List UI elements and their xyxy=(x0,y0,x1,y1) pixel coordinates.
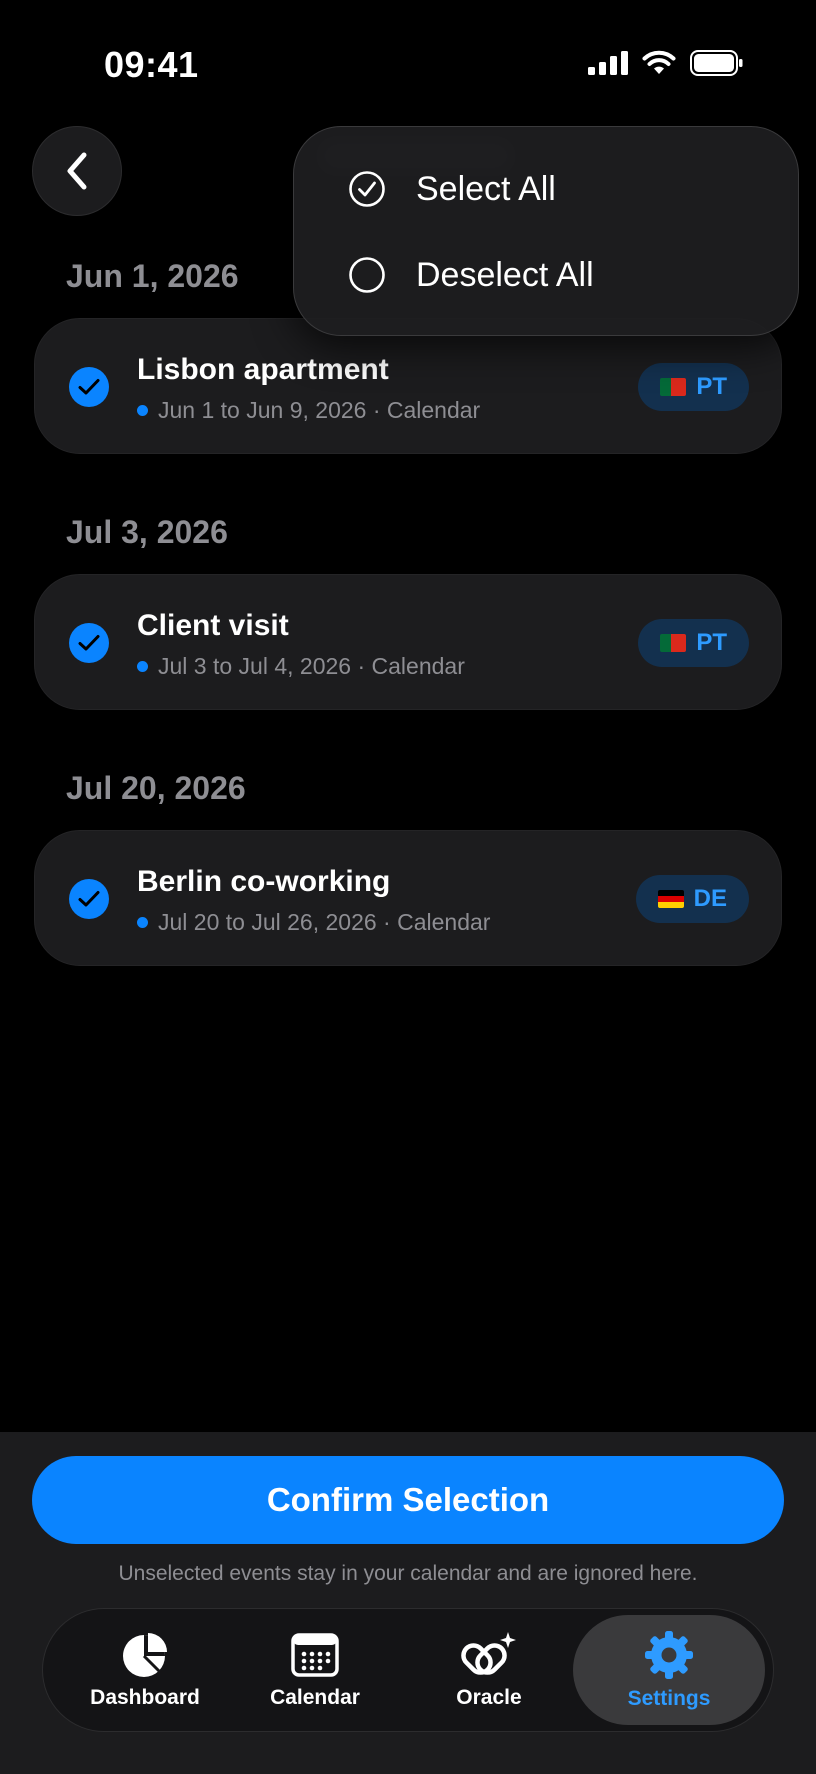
event-card-lisbon-apartment[interactable]: Lisbon apartment Jun 1 to Jun 9, 2026 · … xyxy=(34,318,782,454)
selection-menu: Select All Deselect All xyxy=(293,126,799,336)
event-title: Client visit xyxy=(137,609,289,642)
status-time: 09:41 xyxy=(104,44,199,85)
menu-item-label: Deselect All xyxy=(416,255,594,294)
checkmark-icon xyxy=(78,635,100,651)
country-badge: DE xyxy=(635,875,749,923)
tab-dashboard[interactable]: Dashboard xyxy=(65,1615,225,1725)
tab-bar: Dashboard Calendar Oracle Settings xyxy=(42,1608,774,1732)
section-date: Jul 3, 2026 xyxy=(66,514,228,550)
event-subtitle: Jun 1 to Jun 9, 2026 · Calendar xyxy=(137,397,480,424)
bottom-panel: Confirm Selection Unselected events stay… xyxy=(0,1432,816,1774)
event-title: Berlin co-working xyxy=(137,865,391,898)
empty-circle-icon xyxy=(349,257,385,293)
tab-oracle[interactable]: Oracle xyxy=(409,1615,569,1725)
event-checkbox[interactable] xyxy=(69,367,109,407)
gear-icon xyxy=(645,1631,693,1679)
checkmark-icon xyxy=(78,379,100,395)
app-screen: 09:41 Select All Deselect All Jun 1, 202… xyxy=(0,0,816,1774)
status-bar: 09:41 xyxy=(0,0,816,130)
menu-item-select-all[interactable]: Select All xyxy=(348,159,556,219)
checkmark-icon xyxy=(78,891,100,907)
event-date-range: Jul 20 to Jul 26, 2026 · Calendar xyxy=(158,909,491,935)
checkmark-circle-icon xyxy=(349,171,385,207)
event-card-berlin-co-working[interactable]: Berlin co-working Jul 20 to Jul 26, 2026… xyxy=(34,830,782,966)
event-checkbox[interactable] xyxy=(69,879,109,919)
battery-icon xyxy=(690,50,743,76)
portugal-flag-icon xyxy=(660,378,687,396)
status-icons xyxy=(588,50,744,76)
event-card-client-visit[interactable]: Client visit Jul 3 to Jul 4, 2026 · Cale… xyxy=(34,574,782,710)
country-code: DE xyxy=(693,885,727,912)
calendar-dot-icon xyxy=(137,917,148,928)
tab-label: Oracle xyxy=(456,1686,522,1709)
menu-item-deselect-all[interactable]: Deselect All xyxy=(348,245,594,305)
event-date-range: Jul 3 to Jul 4, 2026 · Calendar xyxy=(158,653,465,679)
country-code: PT xyxy=(696,373,727,400)
event-checkbox[interactable] xyxy=(69,623,109,663)
tab-label: Calendar xyxy=(270,1686,360,1709)
calendar-icon xyxy=(291,1633,339,1677)
chevron-left-icon xyxy=(67,152,87,190)
back-button[interactable] xyxy=(32,126,122,216)
event-date-range: Jun 1 to Jun 9, 2026 · Calendar xyxy=(158,397,481,423)
event-subtitle: Jul 20 to Jul 26, 2026 · Calendar xyxy=(137,909,490,936)
oracle-sparkle-icon xyxy=(461,1632,516,1675)
calendar-dot-icon xyxy=(137,661,148,672)
tab-calendar[interactable]: Calendar xyxy=(235,1615,395,1725)
wifi-icon xyxy=(642,50,676,74)
germany-flag-icon xyxy=(657,890,684,908)
event-title: Lisbon apartment xyxy=(137,353,389,386)
calendar-dot-icon xyxy=(137,405,148,416)
cellular-signal-icon xyxy=(588,51,628,75)
menu-item-label: Select All xyxy=(416,169,556,208)
tab-label: Dashboard xyxy=(90,1686,200,1709)
portugal-flag-icon xyxy=(660,634,687,652)
country-badge: PT xyxy=(638,619,749,667)
country-code: PT xyxy=(696,629,727,656)
section-date: Jun 1, 2026 xyxy=(66,258,239,294)
helper-text: Unselected events stay in your calendar … xyxy=(118,1562,698,1585)
tab-label: Settings xyxy=(627,1687,711,1710)
confirm-selection-button[interactable]: Confirm Selection xyxy=(32,1456,784,1544)
pie-chart-icon xyxy=(123,1633,167,1677)
event-subtitle: Jul 3 to Jul 4, 2026 · Calendar xyxy=(137,653,465,680)
country-badge: PT xyxy=(638,363,749,411)
section-date: Jul 20, 2026 xyxy=(66,770,246,806)
tab-settings[interactable]: Settings xyxy=(573,1615,765,1725)
